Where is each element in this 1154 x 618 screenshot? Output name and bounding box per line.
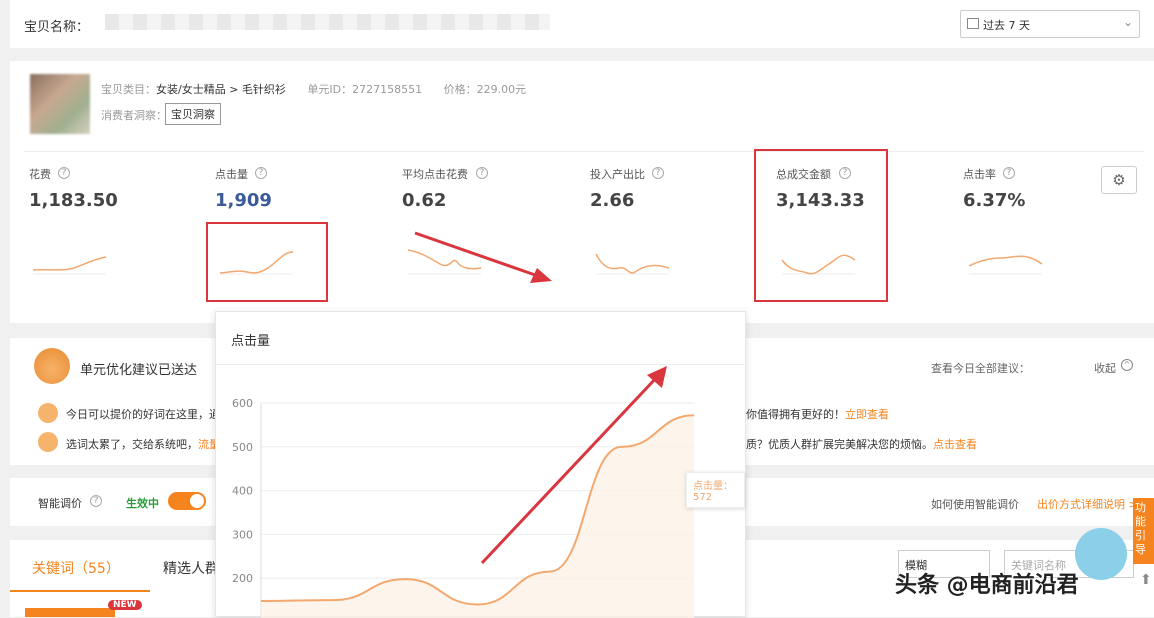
- arrow-line-2: [480, 375, 659, 565]
- arrow-line-1: [414, 231, 539, 278]
- mascot-mouse-icon: [1075, 528, 1127, 580]
- watermark-text: 头条 @电商前沿君: [895, 573, 1079, 598]
- back-to-top-icon[interactable]: ⬆: [1140, 572, 1154, 592]
- annotation-arrows: [414, 231, 667, 565]
- side-guide-tab[interactable]: 功能引导: [1133, 498, 1154, 564]
